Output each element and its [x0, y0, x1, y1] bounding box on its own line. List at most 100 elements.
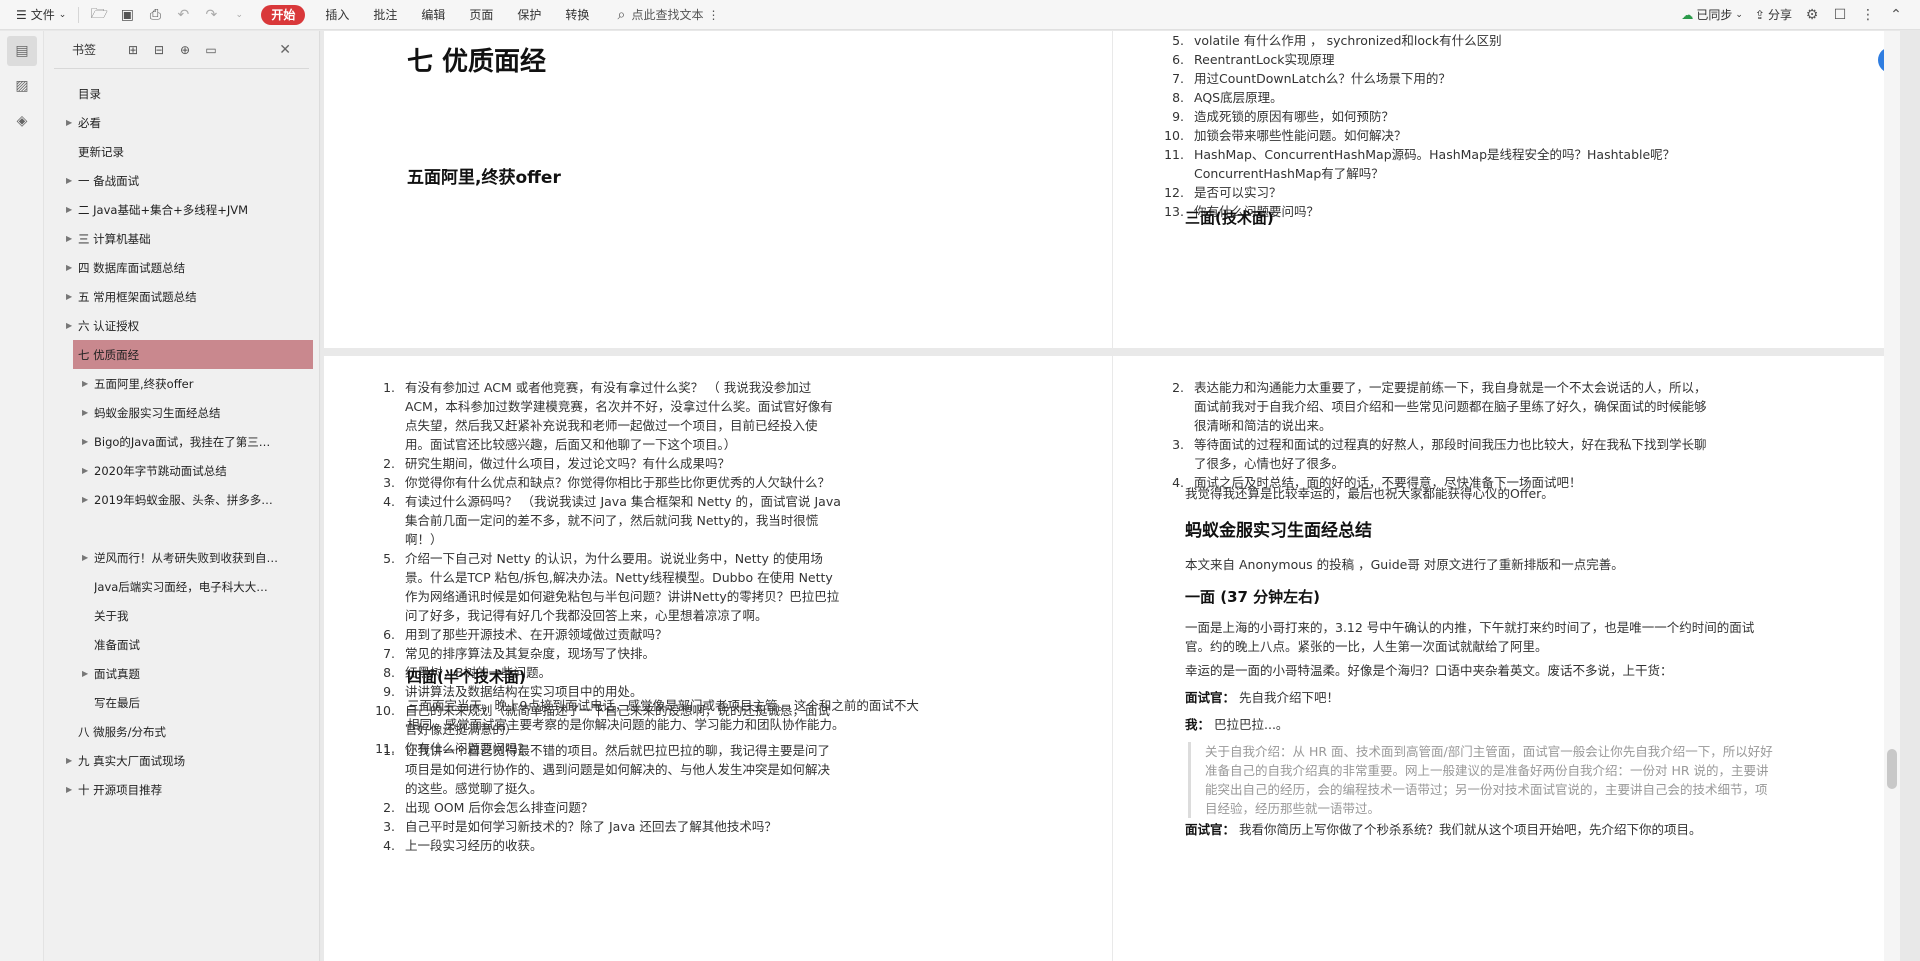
caret-right-icon[interactable]: ▶ [66, 176, 72, 185]
caret-right-icon[interactable]: ▶ [82, 495, 88, 504]
collapse-all-icon[interactable]: ⊟ [146, 43, 172, 57]
more-dropdown-icon[interactable]: ⌄ [225, 3, 253, 27]
list-text: 自己平时是如何学习新技术的？除了 Java 还回去了解其他技术吗？ [405, 819, 777, 834]
bookmark-item[interactable]: ▶ 九 真实大厂面试现场 [44, 746, 319, 775]
bookmark-item[interactable]: ▶ 一 备战面试 [44, 166, 319, 195]
bookmark-item[interactable]: 更新记录 [44, 137, 319, 166]
bookmark-item[interactable] [44, 514, 319, 543]
print-icon[interactable]: ⎙ [141, 3, 169, 27]
add-bookmark-icon[interactable]: ⊕ [172, 43, 198, 57]
bookmark-item[interactable]: ▶ 二 Java基础+集合+多线程+JVM [44, 195, 319, 224]
cloud-icon: ☁ [1681, 7, 1694, 22]
bookmark-item[interactable]: 八 微服务/分布式 [44, 717, 319, 746]
list-number: 3. [383, 819, 395, 834]
qa-line: 面试官： 我看你简历上写你做了个秒杀系统？我们就从这个项目开始吧，先介绍下你的项… [1185, 820, 1785, 839]
bookmark-item[interactable]: ◢七 优质面经 [73, 340, 313, 369]
bookmark-item[interactable]: Java后端实习面经，电子科大大三读者… [44, 572, 319, 601]
more-vertical-icon[interactable]: ⋮ [707, 8, 719, 22]
bookmark-options-icon[interactable]: ▭ [198, 43, 224, 57]
caret-right-icon[interactable]: ▶ [66, 785, 72, 794]
redo-icon[interactable]: ↷ [197, 3, 225, 27]
qa-line: 面试官： 先自我介绍下吧！ [1185, 688, 1785, 707]
bookmark-item[interactable]: 写在最后 [44, 688, 319, 717]
file-menu[interactable]: ☰ 文件 ⌄ [10, 3, 72, 27]
bookmark-item[interactable]: ▶ 十 开源项目推荐 [44, 775, 319, 804]
bookmark-panel-header: 书签 ⊞ ⊟ ⊕ ▭ ✕ [54, 31, 309, 69]
tab-start[interactable]: 开始 [261, 4, 306, 25]
bookmark-item[interactable]: ▶ 四 数据库面试题总结 [44, 253, 319, 282]
caret-right-icon[interactable]: ▶ [82, 553, 88, 562]
tab-protect[interactable]: 保护 [511, 3, 547, 27]
undo-icon[interactable]: ↶ [169, 3, 197, 27]
settings-icon[interactable]: ⚙ [1798, 3, 1826, 27]
bookmark-item[interactable]: 准备面试 [44, 630, 319, 659]
share-icon: ⇪ [1754, 7, 1765, 22]
list-text: volatile 有什么作用 ， sychronized和lock有什么区别 [1194, 33, 1502, 48]
tab-annotate[interactable]: 批注 [367, 3, 403, 27]
bookmark-label: 五 常用框架面试题总结 [78, 289, 197, 304]
more-icon[interactable]: ⋮ [1854, 3, 1882, 27]
caret-right-icon[interactable]: ▶ [66, 118, 72, 127]
list-text: ReentrantLock实现原理 [1194, 52, 1335, 67]
caret-right-icon[interactable]: ▶ [66, 234, 72, 243]
qa-text: 巴拉巴拉...。 [1214, 717, 1289, 732]
paragraph: 幸运的是一面的小哥特温柔。好像是个海归？口语中夹杂着英文。废话不多说，上干货： [1185, 663, 1673, 678]
paragraph: 一面是上海的小哥打来的，3.12 号中午确认的内推，下午就打来约时间了，也是唯一… [1185, 620, 1755, 654]
bookmark-item[interactable]: ▶ Bigo的Java面试，我挂在了第三轮技术… [44, 427, 319, 456]
sync-status[interactable]: ☁ 已同步 ⌄ [1675, 3, 1749, 27]
caret-right-icon[interactable]: ▶ [82, 408, 88, 417]
scrollbar-thumb[interactable] [1887, 749, 1897, 789]
bookmark-item[interactable]: 目录 [44, 79, 319, 108]
thumbnail-icon[interactable]: ▨ [7, 71, 37, 101]
caret-right-icon[interactable]: ▶ [66, 756, 72, 765]
bookmark-item[interactable]: ▶ 逆风而行！从考研失败到收获到自己满… [44, 543, 319, 572]
bookmark-item[interactable]: ▶ 蚂蚁金服实习生面经总结 [44, 398, 319, 427]
search-box[interactable]: ⌕ 点此查找文本 ⋮ [611, 3, 720, 27]
bookmark-item[interactable]: ▶ 必看 [44, 108, 319, 137]
caret-right-icon[interactable]: ▶ [82, 669, 88, 678]
bookmark-item[interactable]: ▶ 五面阿里,终获offer [44, 369, 319, 398]
share-button[interactable]: ⇪ 分享 [1749, 3, 1798, 27]
caret-right-icon[interactable]: ▶ [66, 321, 72, 330]
list-number: 5. [1172, 33, 1184, 48]
side-rail: ▤ ▨ ◈ [0, 31, 44, 961]
caret-right-icon[interactable]: ▶ [82, 379, 88, 388]
question-list: 1. 让我讲一个自己觉得最不错的项目。然后就巴拉巴拉的聊，我记得主要是问了项目是如… [371, 741, 841, 855]
bookmark-item[interactable]: ▶ 六 认证授权 [44, 311, 319, 340]
caret-right-icon[interactable]: ▶ [82, 466, 88, 475]
close-icon[interactable]: ✕ [279, 42, 291, 58]
collapse-icon[interactable]: ⌃ [1882, 3, 1910, 27]
bookmark-item[interactable]: ▶ 五 常用框架面试题总结 [44, 282, 319, 311]
caret-right-icon[interactable]: ▶ [82, 437, 88, 446]
comment-icon[interactable]: ☐ [1826, 3, 1854, 27]
caret-right-icon[interactable]: ▶ [66, 263, 72, 272]
list-number: 6. [1172, 52, 1184, 67]
bookmark-item[interactable]: 关于我 [44, 601, 319, 630]
expand-all-icon[interactable]: ⊞ [120, 43, 146, 57]
save-icon[interactable]: ▣ [113, 3, 141, 27]
list-number: 9. [1172, 109, 1184, 124]
tab-convert[interactable]: 转换 [559, 3, 595, 27]
tab-page[interactable]: 页面 [463, 3, 499, 27]
list-number: 12. [1164, 185, 1184, 200]
bookmark-item[interactable]: ▶ 面试真题 [44, 659, 319, 688]
open-folder-icon[interactable]: 🗁 [85, 3, 113, 27]
list-text: 上一段实习经历的收获。 [405, 838, 543, 853]
tab-edit[interactable]: 编辑 [415, 3, 451, 27]
bookmark-label: 六 认证授权 [78, 318, 140, 333]
bookmark-item[interactable]: ▶ 2020年字节跳动面试总结 [44, 456, 319, 485]
paragraph: 我觉得我还算是比较幸运的，最后也祝大家都能获得心仪的Offer。 [1185, 486, 1554, 501]
bookmark-panel-icon[interactable]: ▤ [7, 36, 37, 66]
caret-right-icon[interactable]: ▶ [66, 292, 72, 301]
list-number: 5. [383, 551, 395, 566]
right-tools: ☁ 已同步 ⌄ ⇪ 分享 ⚙ ☐ ⋮ ⌃ [1675, 3, 1910, 27]
list-number: 11. [1164, 147, 1184, 162]
bookmark-item[interactable]: ▶ 2019年蚂蚁金服、头条、拼多多的面试… [44, 485, 319, 514]
list-item: 10. 加锁会带来哪些性能问题。如何解决？ [1160, 126, 1720, 145]
caret-right-icon[interactable]: ▶ [66, 205, 72, 214]
tag-icon[interactable]: ◈ [7, 106, 37, 136]
tab-insert[interactable]: 插入 [319, 3, 355, 27]
vertical-scrollbar[interactable] [1884, 31, 1900, 961]
list-text: 是否可以实习？ [1194, 185, 1282, 200]
bookmark-item[interactable]: ▶ 三 计算机基础 [44, 224, 319, 253]
